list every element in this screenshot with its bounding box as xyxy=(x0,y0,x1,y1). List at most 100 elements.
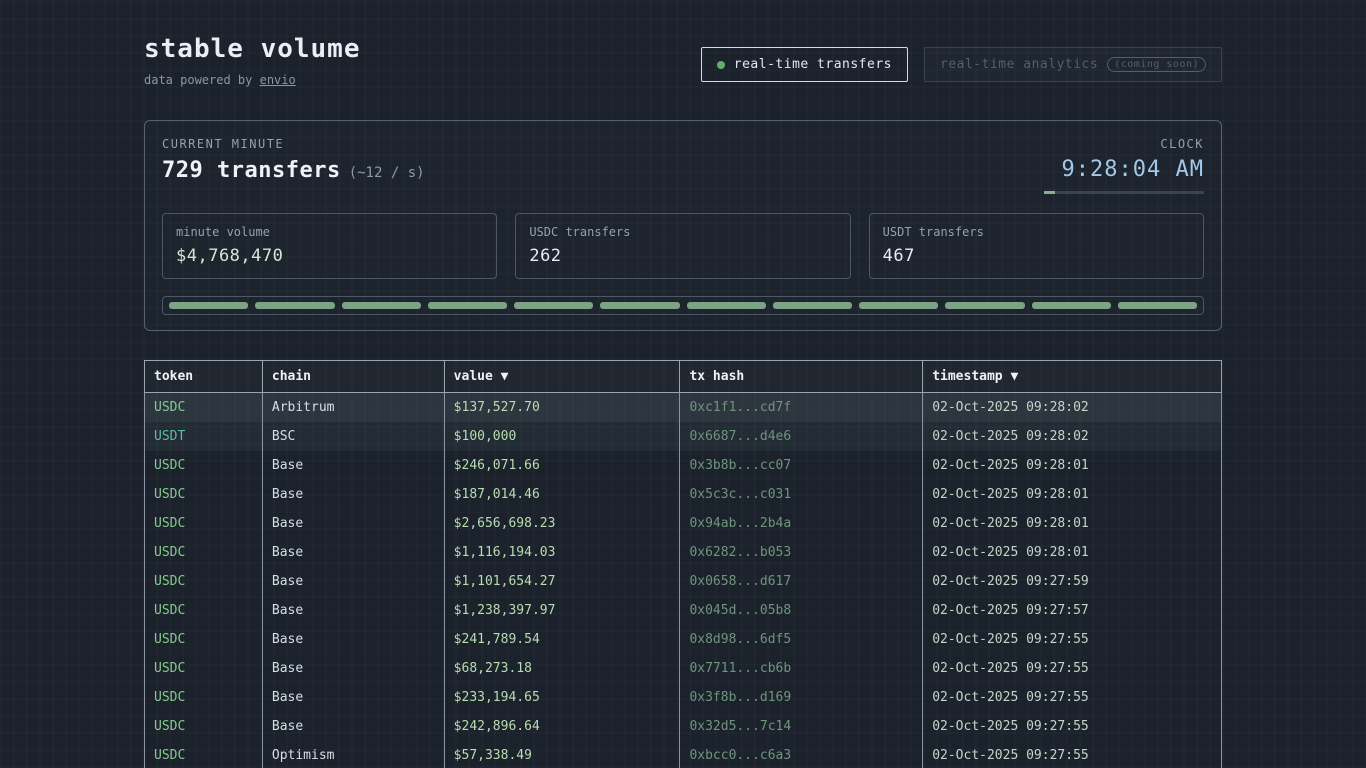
activity-segment xyxy=(255,302,334,309)
subtitle: data powered by envio xyxy=(144,73,361,87)
tx-hash-link[interactable]: 0x6282...b053 xyxy=(680,538,923,567)
stats-header: CURRENT MINUTE 729 transfers (~12 / s) C… xyxy=(162,137,1204,194)
stat-value: $4,768,470 xyxy=(176,246,483,266)
column-header-value[interactable]: value ▼ xyxy=(444,361,680,393)
token-cell: USDT xyxy=(145,422,263,451)
timestamp-cell: 02-Oct-2025 09:28:02 xyxy=(923,422,1222,451)
table-row: USDCBase$246,071.660x3b8b...cc0702-Oct-2… xyxy=(145,451,1222,480)
stat-card-usdc-transfers: USDC transfers 262 xyxy=(515,213,850,279)
activity-segment xyxy=(514,302,593,309)
activity-segment xyxy=(773,302,852,309)
tab-analytics-label: real-time analytics xyxy=(940,57,1098,72)
transfers-summary: CURRENT MINUTE 729 transfers (~12 / s) xyxy=(162,137,425,183)
activity-segment xyxy=(169,302,248,309)
value-cell: $1,101,654.27 xyxy=(444,567,680,596)
stat-cards: minute volume $4,768,470 USDC transfers … xyxy=(162,213,1204,279)
activity-segment xyxy=(1118,302,1197,309)
value-cell: $1,238,397.97 xyxy=(444,596,680,625)
stat-card-usdt-transfers: USDT transfers 467 xyxy=(869,213,1204,279)
stat-value: 262 xyxy=(529,246,836,266)
table-row: USDCBase$241,789.540x8d98...6df502-Oct-2… xyxy=(145,625,1222,654)
column-header-token: token xyxy=(145,361,263,393)
clock-label: CLOCK xyxy=(1044,137,1204,151)
value-cell: $68,273.18 xyxy=(444,654,680,683)
clock: CLOCK 9:28:04 AM xyxy=(1044,137,1204,194)
clock-progress-bar xyxy=(1044,191,1204,194)
transfers-count: 729 transfers xyxy=(162,158,341,183)
tx-hash-link[interactable]: 0x8d98...6df5 xyxy=(680,625,923,654)
timestamp-cell: 02-Oct-2025 09:27:55 xyxy=(923,654,1222,683)
page-title: stable volume xyxy=(144,34,361,64)
activity-segment xyxy=(859,302,938,309)
chain-cell: Base xyxy=(262,451,444,480)
chain-cell: Base xyxy=(262,654,444,683)
value-cell: $2,656,698.23 xyxy=(444,509,680,538)
token-cell: USDC xyxy=(145,654,263,683)
activity-segment xyxy=(600,302,679,309)
table-row: USDCBase$2,656,698.230x94ab...2b4a02-Oct… xyxy=(145,509,1222,538)
current-minute-card: CURRENT MINUTE 729 transfers (~12 / s) C… xyxy=(144,120,1222,331)
token-cell: USDC xyxy=(145,451,263,480)
tab-realtime-transfers[interactable]: real-time transfers xyxy=(701,47,908,82)
activity-segment xyxy=(1032,302,1111,309)
activity-segment xyxy=(945,302,1024,309)
transfers-table: tokenchainvalue ▼tx hashtimestamp ▼ USDC… xyxy=(144,360,1222,768)
table-row: USDCBase$242,896.640x32d5...7c1402-Oct-2… xyxy=(145,712,1222,741)
chain-cell: Base xyxy=(262,625,444,654)
clock-time: 9:28:04 AM xyxy=(1044,157,1204,182)
chain-cell: Base xyxy=(262,509,444,538)
envio-link[interactable]: envio xyxy=(260,73,296,87)
table-row: USDCBase$1,238,397.970x045d...05b802-Oct… xyxy=(145,596,1222,625)
coming-soon-badge: (coming soon) xyxy=(1107,57,1206,72)
timestamp-cell: 02-Oct-2025 09:27:55 xyxy=(923,683,1222,712)
timestamp-cell: 02-Oct-2025 09:28:01 xyxy=(923,538,1222,567)
top-bar: stable volume data powered by envio real… xyxy=(144,34,1222,87)
tab-realtime-analytics: real-time analytics (coming soon) xyxy=(924,47,1222,82)
tx-hash-link[interactable]: 0xc1f1...cd7f xyxy=(680,393,923,423)
tx-hash-link[interactable]: 0x5c3c...c031 xyxy=(680,480,923,509)
token-cell: USDC xyxy=(145,480,263,509)
tx-hash-link[interactable]: 0x3f8b...d169 xyxy=(680,683,923,712)
stat-card-minute-volume: minute volume $4,768,470 xyxy=(162,213,497,279)
tx-hash-link[interactable]: 0xbcc0...c6a3 xyxy=(680,741,923,768)
column-header-chain: chain xyxy=(262,361,444,393)
chain-cell: Base xyxy=(262,480,444,509)
clock-progress-fill xyxy=(1044,191,1055,194)
timestamp-cell: 02-Oct-2025 09:28:01 xyxy=(923,509,1222,538)
chain-cell: Base xyxy=(262,712,444,741)
value-cell: $57,338.49 xyxy=(444,741,680,768)
activity-segment xyxy=(428,302,507,309)
tx-hash-link[interactable]: 0x32d5...7c14 xyxy=(680,712,923,741)
timestamp-cell: 02-Oct-2025 09:27:59 xyxy=(923,567,1222,596)
value-cell: $100,000 xyxy=(444,422,680,451)
chain-cell: Optimism xyxy=(262,741,444,768)
tx-hash-link[interactable]: 0x6687...d4e6 xyxy=(680,422,923,451)
value-cell: $1,116,194.03 xyxy=(444,538,680,567)
stat-label: minute volume xyxy=(176,225,483,239)
token-cell: USDC xyxy=(145,538,263,567)
chain-cell: Base xyxy=(262,596,444,625)
subtitle-prefix: data powered by xyxy=(144,73,260,87)
token-cell: USDC xyxy=(145,712,263,741)
tx-hash-link[interactable]: 0x94ab...2b4a xyxy=(680,509,923,538)
table-row: USDCBase$68,273.180x7711...cb6b02-Oct-20… xyxy=(145,654,1222,683)
activity-segment xyxy=(687,302,766,309)
section-label: CURRENT MINUTE xyxy=(162,137,425,151)
tx-hash-link[interactable]: 0x3b8b...cc07 xyxy=(680,451,923,480)
table-row: USDCBase$1,101,654.270x0658...d61702-Oct… xyxy=(145,567,1222,596)
tx-hash-link[interactable]: 0x7711...cb6b xyxy=(680,654,923,683)
live-dot-icon xyxy=(717,61,725,69)
column-header-timestamp[interactable]: timestamp ▼ xyxy=(923,361,1222,393)
chain-cell: Base xyxy=(262,538,444,567)
tx-hash-link[interactable]: 0x0658...d617 xyxy=(680,567,923,596)
chain-cell: Base xyxy=(262,683,444,712)
tx-hash-link[interactable]: 0x045d...05b8 xyxy=(680,596,923,625)
timestamp-cell: 02-Oct-2025 09:28:01 xyxy=(923,451,1222,480)
value-cell: $187,014.46 xyxy=(444,480,680,509)
tab-transfers-label: real-time transfers xyxy=(734,57,892,72)
table-row: USDCBase$1,116,194.030x6282...b05302-Oct… xyxy=(145,538,1222,567)
brand: stable volume data powered by envio xyxy=(144,34,361,87)
activity-segment xyxy=(342,302,421,309)
timestamp-cell: 02-Oct-2025 09:27:55 xyxy=(923,741,1222,768)
chain-cell: Base xyxy=(262,567,444,596)
